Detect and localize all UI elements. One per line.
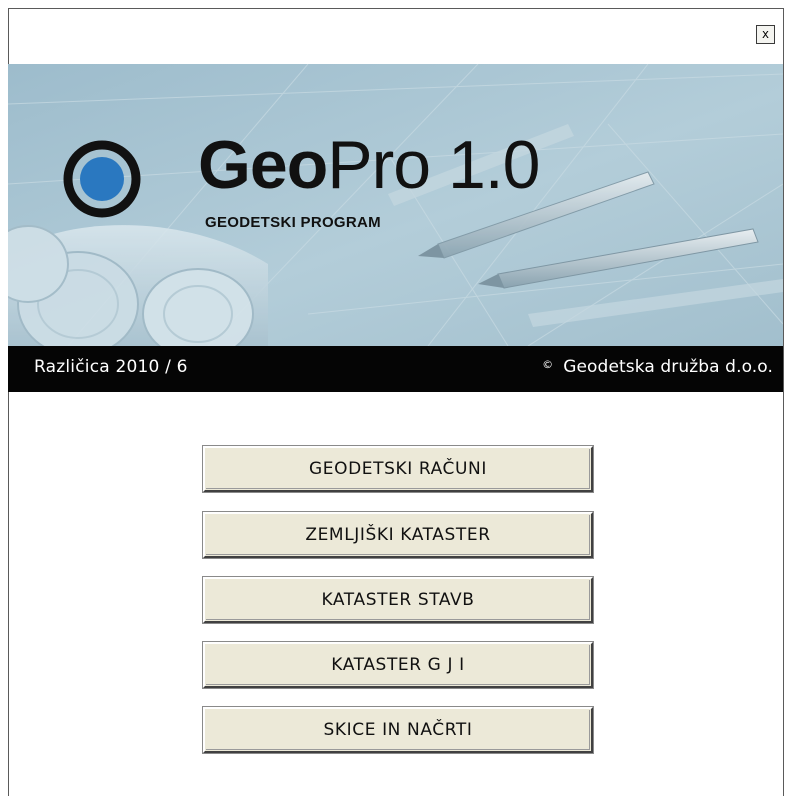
skice-in-nacrti-button[interactable]: SKICE IN NAČRTI (203, 707, 593, 753)
geodetski-racuni-button[interactable]: GEODETSKI RAČUNI (203, 446, 593, 492)
copyright-label: © Geodetska družba d.o.o. (542, 357, 773, 377)
info-bar: Različica 2010 / 6 © Geodetska družba d.o… (8, 346, 783, 392)
close-icon: x (761, 27, 770, 41)
button-label: GEODETSKI RAČUNI (309, 459, 487, 479)
company-name: Geodetska družba d.o.o. (563, 357, 773, 377)
zemljiski-kataster-button[interactable]: ZEMLJIŠKI KATASTER (203, 512, 593, 558)
version-label: Različica 2010 / 6 (34, 357, 188, 377)
app-title: GeoPro 1.0 (198, 127, 541, 203)
kataster-gji-button[interactable]: KATASTER G J I (203, 642, 593, 688)
button-label: KATASTER G J I (331, 655, 465, 675)
button-label: ZEMLJIŠKI KATASTER (305, 525, 491, 545)
app-subtitle: GEODETSKI PROGRAM (205, 214, 381, 231)
copyright-icon: © (542, 358, 554, 371)
close-button[interactable]: x (756, 25, 775, 44)
button-label: SKICE IN NAČRTI (323, 720, 473, 740)
kataster-stavb-button[interactable]: KATASTER STAVB (203, 577, 593, 623)
app-title-light: Pro 1.0 (327, 127, 540, 203)
app-title-bold: Geo (198, 127, 328, 203)
banner-image: GeoPro 1.0 GEODETSKI PROGRAM (8, 64, 783, 346)
button-label: KATASTER STAVB (321, 590, 475, 610)
